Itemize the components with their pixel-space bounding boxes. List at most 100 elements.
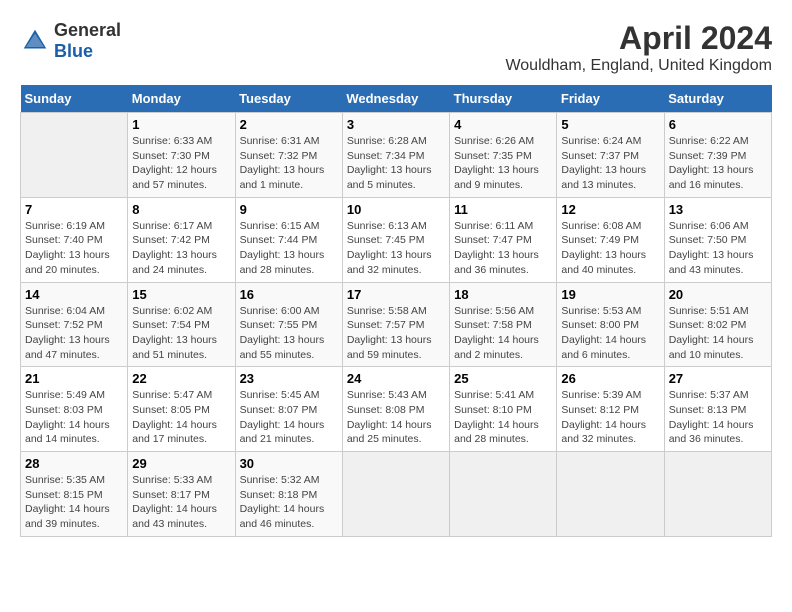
calendar-cell: 8 Sunrise: 6:17 AMSunset: 7:42 PMDaylight…	[128, 197, 235, 282]
day-number: 13	[669, 202, 767, 217]
calendar-cell	[664, 452, 771, 537]
day-number: 16	[240, 287, 338, 302]
logo: General Blue	[20, 20, 121, 62]
calendar-cell: 14 Sunrise: 6:04 AMSunset: 7:52 PMDayligh…	[21, 282, 128, 367]
day-number: 21	[25, 371, 123, 386]
day-number: 18	[454, 287, 552, 302]
header: General Blue April 2024 Wouldham, Englan…	[20, 20, 772, 75]
day-info: Sunrise: 6:00 AMSunset: 7:55 PMDaylight:…	[240, 304, 338, 363]
day-header-friday: Friday	[557, 85, 664, 113]
calendar-cell: 22 Sunrise: 5:47 AMSunset: 8:05 PMDayligh…	[128, 367, 235, 452]
calendar-cell: 26 Sunrise: 5:39 AMSunset: 8:12 PMDayligh…	[557, 367, 664, 452]
calendar-cell: 1 Sunrise: 6:33 AMSunset: 7:30 PMDaylight…	[128, 113, 235, 198]
day-info: Sunrise: 6:13 AMSunset: 7:45 PMDaylight:…	[347, 219, 445, 278]
day-number: 30	[240, 456, 338, 471]
day-number: 4	[454, 117, 552, 132]
day-number: 17	[347, 287, 445, 302]
day-number: 28	[25, 456, 123, 471]
day-info: Sunrise: 6:17 AMSunset: 7:42 PMDaylight:…	[132, 219, 230, 278]
day-number: 8	[132, 202, 230, 217]
day-info: Sunrise: 6:19 AMSunset: 7:40 PMDaylight:…	[25, 219, 123, 278]
logo-blue-text: Blue	[54, 41, 121, 62]
day-number: 9	[240, 202, 338, 217]
week-row-4: 21Sunrise: 5:49 AMSunset: 8:03 PMDayligh…	[21, 367, 772, 452]
day-number: 7	[25, 202, 123, 217]
calendar-cell: 5Sunrise: 6:24 AMSunset: 7:37 PMDaylight…	[557, 113, 664, 198]
calendar-header: SundayMondayTuesdayWednesdayThursdayFrid…	[21, 85, 772, 113]
day-number: 27	[669, 371, 767, 386]
day-info: Sunrise: 5:39 AMSunset: 8:12 PMDaylight:…	[561, 388, 659, 447]
day-info: Sunrise: 5:41 AMSunset: 8:10 PMDaylight:…	[454, 388, 552, 447]
day-header-thursday: Thursday	[450, 85, 557, 113]
calendar-cell: 9 Sunrise: 6:15 AMSunset: 7:44 PMDaylight…	[235, 197, 342, 282]
day-header-wednesday: Wednesday	[342, 85, 449, 113]
calendar-cell: 19 Sunrise: 5:53 AMSunset: 8:00 PMDayligh…	[557, 282, 664, 367]
location-subtitle: Wouldham, England, United Kingdom	[505, 57, 772, 75]
day-info: Sunrise: 5:51 AMSunset: 8:02 PMDaylight:…	[669, 304, 767, 363]
day-info: Sunrise: 5:35 AMSunset: 8:15 PMDaylight:…	[25, 473, 123, 532]
day-info: Sunrise: 6:31 AMSunset: 7:32 PMDaylight:…	[240, 134, 338, 193]
week-row-1: 1 Sunrise: 6:33 AMSunset: 7:30 PMDaylight…	[21, 113, 772, 198]
calendar-cell: 7 Sunrise: 6:19 AMSunset: 7:40 PMDaylight…	[21, 197, 128, 282]
calendar-cell: 10 Sunrise: 6:13 AMSunset: 7:45 PMDayligh…	[342, 197, 449, 282]
day-number: 14	[25, 287, 123, 302]
day-info: Sunrise: 6:02 AMSunset: 7:54 PMDaylight:…	[132, 304, 230, 363]
day-number: 3	[347, 117, 445, 132]
title-section: April 2024 Wouldham, England, United Kin…	[505, 20, 772, 75]
day-number: 22	[132, 371, 230, 386]
calendar-cell: 25 Sunrise: 5:41 AMSunset: 8:10 PMDayligh…	[450, 367, 557, 452]
calendar-cell: 16 Sunrise: 6:00 AMSunset: 7:55 PMDayligh…	[235, 282, 342, 367]
day-number: 11	[454, 202, 552, 217]
calendar-cell: 18Sunrise: 5:56 AMSunset: 7:58 PMDayligh…	[450, 282, 557, 367]
day-info: Sunrise: 5:37 AMSunset: 8:13 PMDaylight:…	[669, 388, 767, 447]
logo-text: General Blue	[54, 20, 121, 62]
calendar-cell: 11 Sunrise: 6:11 AMSunset: 7:47 PMDayligh…	[450, 197, 557, 282]
calendar-cell: 28 Sunrise: 5:35 AMSunset: 8:15 PMDayligh…	[21, 452, 128, 537]
calendar-cell: 29Sunrise: 5:33 AMSunset: 8:17 PMDayligh…	[128, 452, 235, 537]
day-info: Sunrise: 6:33 AMSunset: 7:30 PMDaylight:…	[132, 134, 230, 193]
calendar-cell: 27 Sunrise: 5:37 AMSunset: 8:13 PMDayligh…	[664, 367, 771, 452]
day-info: Sunrise: 6:08 AMSunset: 7:49 PMDaylight:…	[561, 219, 659, 278]
calendar-cell: 23 Sunrise: 5:45 AMSunset: 8:07 PMDayligh…	[235, 367, 342, 452]
day-number: 23	[240, 371, 338, 386]
calendar-cell: 4 Sunrise: 6:26 AMSunset: 7:35 PMDaylight…	[450, 113, 557, 198]
logo-general-text: General	[54, 20, 121, 41]
calendar-cell: 17Sunrise: 5:58 AMSunset: 7:57 PMDayligh…	[342, 282, 449, 367]
week-row-3: 14 Sunrise: 6:04 AMSunset: 7:52 PMDayligh…	[21, 282, 772, 367]
day-number: 1	[132, 117, 230, 132]
day-info: Sunrise: 6:28 AMSunset: 7:34 PMDaylight:…	[347, 134, 445, 193]
day-info: Sunrise: 6:15 AMSunset: 7:44 PMDaylight:…	[240, 219, 338, 278]
calendar-cell	[342, 452, 449, 537]
calendar-cell: 13 Sunrise: 6:06 AMSunset: 7:50 PMDayligh…	[664, 197, 771, 282]
day-number: 29	[132, 456, 230, 471]
month-year-title: April 2024	[505, 20, 772, 57]
day-number: 26	[561, 371, 659, 386]
day-header-sunday: Sunday	[21, 85, 128, 113]
calendar-cell	[21, 113, 128, 198]
calendar-table: SundayMondayTuesdayWednesdayThursdayFrid…	[20, 85, 772, 537]
calendar-cell: 24 Sunrise: 5:43 AMSunset: 8:08 PMDayligh…	[342, 367, 449, 452]
calendar-cell: 3 Sunrise: 6:28 AMSunset: 7:34 PMDaylight…	[342, 113, 449, 198]
day-number: 6	[669, 117, 767, 132]
day-header-monday: Monday	[128, 85, 235, 113]
day-info: Sunrise: 5:32 AMSunset: 8:18 PMDaylight:…	[240, 473, 338, 532]
day-info: Sunrise: 6:04 AMSunset: 7:52 PMDaylight:…	[25, 304, 123, 363]
day-number: 25	[454, 371, 552, 386]
day-header-tuesday: Tuesday	[235, 85, 342, 113]
day-info: Sunrise: 5:53 AMSunset: 8:00 PMDaylight:…	[561, 304, 659, 363]
calendar-cell: 2Sunrise: 6:31 AMSunset: 7:32 PMDaylight…	[235, 113, 342, 198]
day-info: Sunrise: 6:24 AMSunset: 7:37 PMDaylight:…	[561, 134, 659, 193]
day-info: Sunrise: 5:47 AMSunset: 8:05 PMDaylight:…	[132, 388, 230, 447]
day-info: Sunrise: 5:43 AMSunset: 8:08 PMDaylight:…	[347, 388, 445, 447]
day-info: Sunrise: 6:26 AMSunset: 7:35 PMDaylight:…	[454, 134, 552, 193]
day-number: 10	[347, 202, 445, 217]
day-number: 24	[347, 371, 445, 386]
day-number: 19	[561, 287, 659, 302]
calendar-cell: 15Sunrise: 6:02 AMSunset: 7:54 PMDayligh…	[128, 282, 235, 367]
day-info: Sunrise: 6:06 AMSunset: 7:50 PMDaylight:…	[669, 219, 767, 278]
logo-icon	[20, 26, 50, 56]
calendar-cell: 20Sunrise: 5:51 AMSunset: 8:02 PMDayligh…	[664, 282, 771, 367]
day-info: Sunrise: 6:11 AMSunset: 7:47 PMDaylight:…	[454, 219, 552, 278]
calendar-cell: 30 Sunrise: 5:32 AMSunset: 8:18 PMDayligh…	[235, 452, 342, 537]
day-info: Sunrise: 5:45 AMSunset: 8:07 PMDaylight:…	[240, 388, 338, 447]
